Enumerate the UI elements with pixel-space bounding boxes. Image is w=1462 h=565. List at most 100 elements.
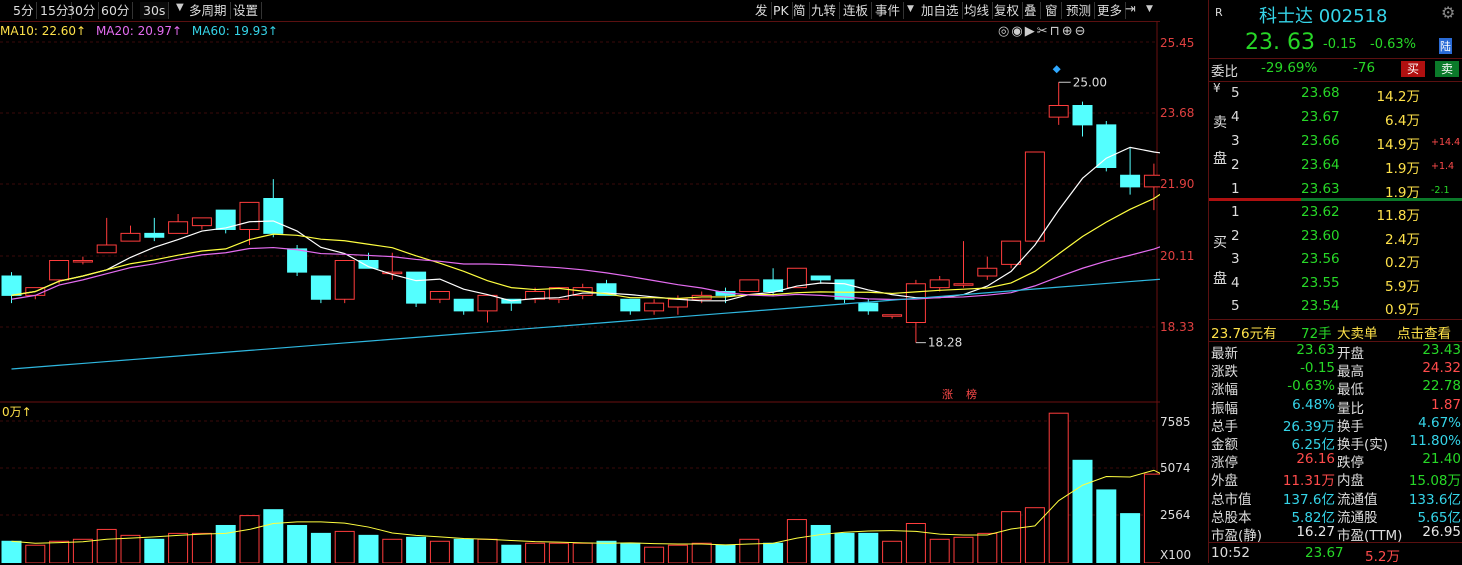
candle-body [239, 201, 260, 230]
volume-bar [263, 509, 284, 563]
candle-body [929, 279, 950, 289]
buy-row-2[interactable]: 2 23.60 2.4万 [1209, 226, 1462, 248]
candle-body [620, 298, 641, 312]
candle-body [1001, 240, 1022, 265]
stat-value: 6.48% [1292, 396, 1335, 413]
stock-title: 科士达 002518 [1259, 2, 1387, 28]
stat-value: 4.67% [1418, 414, 1461, 431]
big-order-price: 23.76元有 [1211, 326, 1277, 342]
volume-bar [1096, 489, 1117, 563]
candle-body [739, 279, 760, 292]
volume-bar [96, 528, 117, 563]
stat-value: 26.95 [1422, 524, 1461, 540]
candle-body [953, 283, 974, 286]
price-change: -0.15 [1323, 37, 1357, 52]
buy-button[interactable]: 买 [1401, 61, 1425, 77]
volume-bar [406, 536, 427, 563]
tag-bang[interactable]: 榜 [966, 386, 977, 402]
stat-label: 市盈(静) [1211, 528, 1263, 544]
stat-value: 22.78 [1422, 378, 1461, 395]
stat-label: 最新 [1211, 346, 1238, 362]
stock-code: 002518 [1318, 6, 1388, 27]
volume-bar [49, 540, 70, 563]
volume-bar [977, 532, 998, 563]
stat-row: 总市值 137.6亿 流通值 133.6亿 [1209, 488, 1462, 508]
stat-value: 11.80% [1409, 433, 1461, 449]
volume-bar [834, 532, 855, 563]
level: 3 [1231, 133, 1240, 149]
big-order-row[interactable]: 23.76元有 72手 大卖单 点击查看 [1209, 320, 1462, 342]
yen-icon: ¥ [1213, 81, 1221, 95]
kline-chart[interactable]: 25.00 18.28 [0, 0, 1160, 563]
price-axis-label: 25.45 [1160, 36, 1195, 50]
big-order-link[interactable]: 点击查看 [1397, 322, 1451, 342]
stat-value: -0.63% [1287, 378, 1335, 395]
stat-value: -0.15 [1300, 360, 1335, 377]
candle-body [406, 271, 427, 304]
stat-label: 量比 [1337, 400, 1364, 417]
volume-bar [1072, 459, 1093, 563]
tag-zhang[interactable]: 涨 [942, 386, 953, 402]
sell-row-2[interactable]: 2 23.64 1.9万 +1.4 [1209, 155, 1462, 177]
buy-label-1: 买 [1213, 235, 1227, 251]
board-badge: 陆 [1439, 38, 1452, 54]
candle-body [977, 267, 998, 277]
sell-row-3[interactable]: 3 23.66 14.9万 +14.4 [1209, 131, 1462, 153]
stat-row: 振幅 6.48% 量比 1.87 [1209, 396, 1462, 417]
volume-bar [501, 544, 522, 563]
stat-label: 市盈(TTM) [1337, 528, 1403, 544]
candle-body [763, 279, 784, 292]
volume-bar [1120, 513, 1141, 563]
price: 23.60 [1301, 227, 1340, 244]
volume-bar [1143, 473, 1160, 563]
volume-bar [929, 538, 950, 563]
stat-value: 6.25亿 [1291, 437, 1335, 453]
candle-body [644, 302, 665, 312]
candle-body [1096, 124, 1117, 168]
sell-row-4[interactable]: 4 23.67 6.4万 [1209, 107, 1462, 129]
price-change-pct: -0.63% [1370, 37, 1416, 52]
candle-body [144, 232, 165, 238]
gear-icon[interactable]: ⚙ [1441, 3, 1455, 22]
volume-bar [715, 544, 736, 563]
volume-bar [691, 542, 712, 563]
price: 23.66 [1301, 133, 1340, 149]
candle-body [1, 275, 22, 296]
stat-value: 16.27 [1296, 524, 1335, 540]
candle-body [310, 275, 331, 300]
stat-row: 总股本 5.82亿 流通股 5.65亿 [1209, 506, 1462, 526]
volume-axis-label: 5074 [1160, 461, 1191, 475]
volume-bar [905, 523, 926, 563]
candle-body [168, 221, 189, 234]
price: 23.55 [1301, 274, 1340, 291]
volume: 14.2万 [1376, 89, 1420, 105]
volume-bar [739, 538, 760, 563]
stat-row: 涨跌 -0.15 最高 24.32 [1209, 360, 1462, 380]
volume-bar [120, 534, 141, 563]
buy-row-3[interactable]: 3 23.56 0.2万 [1209, 249, 1462, 271]
buy-row-4[interactable]: 4 23.55 5.9万 [1209, 273, 1462, 295]
sell-row-5[interactable]: 5 23.68 14.2万 [1209, 83, 1462, 105]
volume: 11.8万 [1376, 208, 1420, 224]
volume-bar [25, 544, 46, 563]
big-order-label: 大卖单 [1337, 326, 1378, 342]
buy-row-5[interactable]: 5 23.54 0.9万 [1209, 296, 1462, 318]
volume-bar [525, 542, 546, 563]
level: 2 [1231, 227, 1240, 244]
trade-price: 23.67 [1305, 545, 1344, 561]
level: 1 [1231, 204, 1240, 220]
stat-value: 23.43 [1422, 342, 1461, 358]
candle-body [72, 260, 93, 263]
volume-bar [382, 538, 403, 563]
r-tag: R [1215, 6, 1223, 19]
volume-bar [239, 515, 260, 563]
sell-button[interactable]: 卖 [1435, 61, 1459, 77]
level: 3 [1231, 251, 1240, 267]
candle-body [1048, 105, 1069, 118]
stat-row: 涨幅 -0.63% 最低 22.78 [1209, 378, 1462, 398]
stat-value: 23.63 [1296, 342, 1335, 358]
sell-strength-bar [1209, 198, 1301, 201]
volume-bar [1001, 511, 1022, 563]
volume-bar [72, 538, 93, 563]
buy-row-1[interactable]: 1 23.62 11.8万 [1209, 202, 1462, 224]
